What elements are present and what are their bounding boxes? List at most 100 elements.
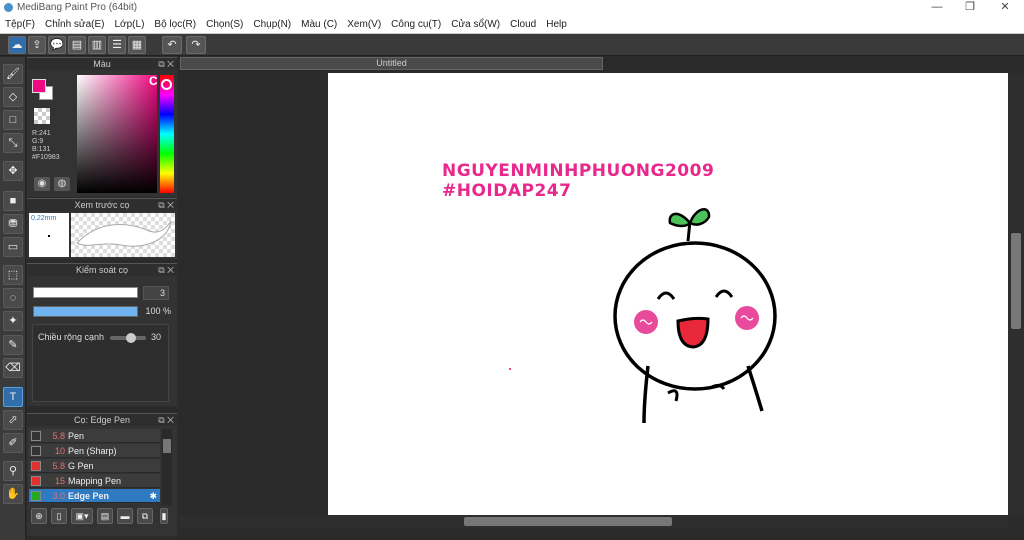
- chat-icon[interactable]: ▤: [68, 36, 86, 54]
- brush-settings-icon[interactable]: ▤: [97, 508, 113, 524]
- opacity-slider-fill: [34, 307, 137, 316]
- drawing-canvas[interactable]: NGUYENMINHPHUONG2009 #HOIDAP247: [328, 73, 1008, 515]
- select-pen-tool-icon[interactable]: ✎: [3, 335, 23, 355]
- size-value[interactable]: 3: [143, 286, 169, 300]
- brush-name: G Pen: [68, 461, 94, 471]
- undo-button[interactable]: ↶: [162, 36, 182, 54]
- brush-name: Mapping Pen: [68, 476, 122, 486]
- eyedropper-tool-icon[interactable]: ⚲: [3, 461, 23, 481]
- magic-wand-tool-icon[interactable]: ✦: [3, 311, 23, 331]
- brush-options-icon[interactable]: ▣▾: [71, 508, 93, 524]
- fill-rect-tool-icon[interactable]: ■: [3, 191, 23, 211]
- eraser-tool-icon[interactable]: ◇: [3, 87, 23, 107]
- divide-tool-icon[interactable]: ✐: [3, 433, 23, 453]
- gradient-tool-icon[interactable]: ▭: [3, 237, 23, 257]
- brush-color-swatch[interactable]: [31, 431, 41, 441]
- select-tool-icon[interactable]: ⬚: [3, 265, 23, 285]
- new-brush-icon[interactable]: ▯: [51, 508, 67, 524]
- list-icon[interactable]: ☰: [108, 36, 126, 54]
- rect-tool-icon[interactable]: □: [3, 110, 23, 130]
- panel-controls[interactable]: ⧉ ✕: [158, 199, 174, 211]
- red-value: R:241: [32, 130, 51, 137]
- vertical-scrollbar[interactable]: [1008, 73, 1024, 515]
- horizontal-scroll-thumb[interactable]: [464, 517, 672, 526]
- horizontal-scrollbar[interactable]: [180, 515, 1008, 528]
- add-brush-icon[interactable]: ⊕: [31, 508, 47, 524]
- vertical-scroll-thumb[interactable]: [1011, 233, 1021, 329]
- size-slider[interactable]: [33, 287, 138, 298]
- menu-help[interactable]: Help: [541, 16, 572, 34]
- edge-width-handle[interactable]: [125, 333, 136, 343]
- brush-color-swatch[interactable]: [31, 446, 41, 456]
- brush-folder-icon[interactable]: ▬: [117, 508, 133, 524]
- brush-size: 5.8: [52, 431, 65, 441]
- dot-tool-icon[interactable]: ⤡: [3, 133, 23, 153]
- brush-color-swatch[interactable]: [31, 476, 41, 486]
- bucket-tool-icon[interactable]: ⛃: [3, 214, 23, 234]
- cloud-icon[interactable]: ☁: [8, 36, 26, 54]
- saturation-value-picker[interactable]: [77, 75, 157, 193]
- brush-size-value: 0.22mm: [31, 215, 57, 222]
- tool-palette: 🖌 ◇ □ ⤡ ✥ ■ ⛃ ▭ ⬚ ◌ ✦ ✎ ⌫ T ⬀ ✐ ⚲ ✋: [0, 57, 26, 540]
- brush-list-item[interactable]: 5.8 Pen: [29, 429, 160, 443]
- comment-icon[interactable]: 💬: [48, 36, 66, 54]
- minimize-button[interactable]: —: [922, 0, 952, 16]
- menu-tools[interactable]: Công cụ(T): [386, 16, 446, 34]
- opacity-slider[interactable]: [33, 306, 138, 317]
- panel-controls[interactable]: ⧉ ✕: [158, 58, 174, 70]
- color-history-icon[interactable]: ◍: [54, 177, 70, 191]
- hue-slider[interactable]: [160, 75, 174, 193]
- text-tool-icon[interactable]: T: [3, 387, 23, 407]
- sprout-character-drawing: [613, 208, 777, 424]
- brush-list-scroll-thumb[interactable]: [163, 439, 171, 453]
- menu-filter[interactable]: Bộ lọc(R): [149, 16, 201, 34]
- canvas-text-line2: #HOIDAP247: [442, 181, 572, 201]
- share-icon[interactable]: ⇪: [28, 36, 46, 54]
- brush-name: Pen: [68, 431, 85, 441]
- brush-gear-icon[interactable]: ✱: [149, 489, 157, 503]
- panel-controls[interactable]: ⧉ ✕: [158, 264, 174, 276]
- menu-select[interactable]: Chọn(S): [201, 16, 248, 34]
- menu-window[interactable]: Cửa sổ(W): [446, 16, 505, 34]
- brush-more-icon[interactable]: ▮: [160, 508, 168, 524]
- menu-snap[interactable]: Chụp(N): [248, 16, 296, 34]
- foreground-color-swatch[interactable]: [32, 79, 46, 93]
- menu-color[interactable]: Màu (C): [296, 16, 342, 34]
- menu-file[interactable]: Tệp(F): [0, 16, 40, 34]
- brush-color-swatch[interactable]: [31, 491, 41, 501]
- redo-button[interactable]: ↷: [186, 36, 206, 54]
- brush-color-swatch[interactable]: [31, 461, 41, 471]
- panel-controls[interactable]: ⧉ ✕: [158, 414, 174, 426]
- select-eraser-tool-icon[interactable]: ⌫: [3, 358, 23, 378]
- grid-icon[interactable]: ▦: [128, 36, 146, 54]
- menu-layer[interactable]: Lớp(L): [110, 16, 150, 34]
- stroke-preview: [71, 213, 175, 257]
- restore-button[interactable]: ❐: [955, 0, 985, 16]
- brush-preview-panel: 0.22mm: [27, 211, 177, 259]
- operation-tool-icon[interactable]: ⬀: [3, 410, 23, 430]
- brush-list-item[interactable]: 3.0 Edge Pen ✱: [29, 489, 160, 503]
- document-icon[interactable]: ▥: [88, 36, 106, 54]
- transparent-color-swatch[interactable]: [34, 108, 50, 124]
- document-tab[interactable]: Untitled: [180, 57, 603, 70]
- brush-list-item[interactable]: 15 Mapping Pen: [29, 474, 160, 488]
- close-button[interactable]: ✕: [990, 0, 1020, 16]
- size-slider-fill: [34, 288, 137, 297]
- brush-copy-icon[interactable]: ⧉: [137, 508, 153, 524]
- edge-width-slider[interactable]: [110, 333, 146, 343]
- brush-list-item[interactable]: 10 Pen (Sharp): [29, 444, 160, 458]
- stray-dot: [509, 368, 511, 370]
- hue-handle[interactable]: [161, 79, 172, 90]
- menu-edit[interactable]: Chỉnh sửa(E): [40, 16, 110, 34]
- brush-list-scrollbar[interactable]: [162, 429, 172, 505]
- menu-cloud[interactable]: Cloud: [505, 16, 541, 34]
- hand-tool-icon[interactable]: ✋: [3, 484, 23, 504]
- lasso-tool-icon[interactable]: ◌: [3, 288, 23, 308]
- brush-list-item[interactable]: 5.8 G Pen: [29, 459, 160, 473]
- brush-list-header: Cọ: Edge Pen ⧉ ✕: [27, 413, 177, 426]
- brush-tool-icon[interactable]: 🖌: [3, 64, 23, 84]
- menu-view[interactable]: Xem(V): [342, 16, 386, 34]
- move-tool-icon[interactable]: ✥: [3, 161, 23, 181]
- brush-size: 15: [54, 476, 65, 486]
- color-palette-icon[interactable]: ◉: [34, 177, 50, 191]
